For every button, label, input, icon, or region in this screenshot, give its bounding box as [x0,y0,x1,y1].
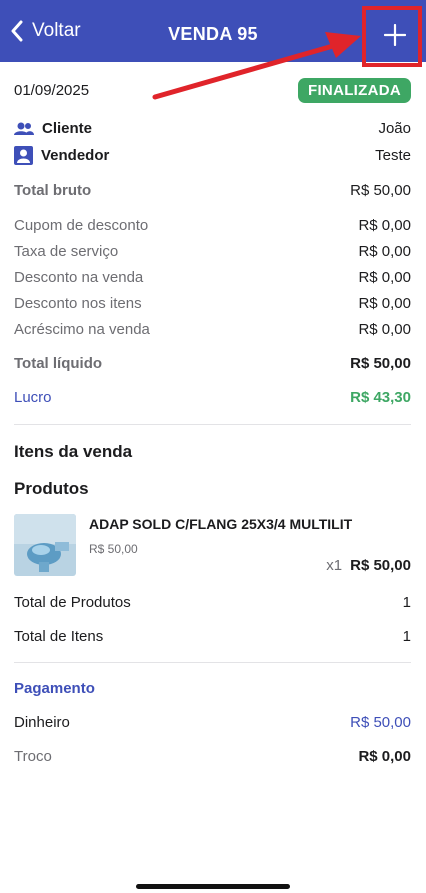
total-items-row: Total de Itens 1 [14,628,411,645]
service-fee-row: Taxa de serviço R$ 0,00 [14,243,411,260]
change-row: Troco R$ 0,00 [14,748,411,765]
sale-date: 01/09/2025 [14,82,90,99]
highlight-box [362,6,422,67]
net-total-row: Total líquido R$ 50,00 [14,355,411,372]
line-value: R$ 0,00 [358,217,411,234]
users-icon [14,122,34,135]
product-qty-total: x1 R$ 50,00 [326,557,411,574]
divider [14,424,411,425]
seller-label: Vendedor [41,147,110,164]
items-section-title: Itens da venda [14,442,133,461]
payment-method-row: Dinheiro R$ 50,00 [14,714,411,731]
product-thumbnail[interactable] [14,514,76,576]
product-total: R$ 50,00 [350,557,411,574]
payment-method-label: Dinheiro [14,714,70,731]
payment-header: Pagamento [14,680,411,697]
client-row: Cliente João [14,120,411,137]
gross-label: Total bruto [14,182,92,199]
gross-value: R$ 50,00 [350,182,411,199]
total-products-row: Total de Produtos 1 [14,594,411,611]
payment-method-value: R$ 50,00 [350,714,411,731]
status-badge: FINALIZADA [298,78,411,103]
gross-total-row: Total bruto R$ 50,00 [14,182,411,199]
total-items-label: Total de Itens [14,628,104,645]
total-products-label: Total de Produtos [14,594,131,611]
client-label: Cliente [42,120,93,137]
total-products-value: 1 [402,594,411,611]
divider [14,662,411,663]
line-value: R$ 0,00 [358,321,411,338]
surcharge-row: Acréscimo na venda R$ 0,00 [14,321,411,338]
product-name[interactable]: ADAP SOLD C/FLANG 25X3/4 MULTILIT [89,516,352,532]
change-value: R$ 0,00 [358,748,411,765]
chevron-left-icon [11,20,23,42]
date-status-row: 01/09/2025 FINALIZADA [14,78,411,103]
line-label: Desconto nos itens [14,295,142,312]
profit-value: R$ 43,30 [350,389,411,406]
client-value: João [378,120,411,137]
total-items-value: 1 [402,628,411,645]
back-button[interactable]: Voltar [10,20,81,42]
products-title: Produtos [14,479,89,498]
payment-title: Pagamento [14,680,95,697]
sale-discount-row: Desconto na venda R$ 0,00 [14,269,411,286]
items-discount-row: Desconto nos itens R$ 0,00 [14,295,411,312]
product-unit-price: R$ 50,00 [89,542,138,556]
seller-value: Teste [375,147,411,164]
seller-row: Vendedor Teste [14,146,411,165]
line-label: Taxa de serviço [14,243,119,260]
net-label: Total líquido [14,355,103,372]
user-badge-icon [14,146,33,165]
line-value: R$ 0,00 [358,243,411,260]
line-value: R$ 0,00 [358,295,411,312]
line-label: Acréscimo na venda [14,321,150,338]
change-label: Troco [14,748,52,765]
home-indicator[interactable] [136,884,290,889]
net-value: R$ 50,00 [350,355,411,372]
profit-row: Lucro R$ 43,30 [14,389,411,406]
line-label: Cupom de desconto [14,217,149,234]
line-label: Desconto na venda [14,269,144,286]
page-title: VENDA 95 [168,24,258,44]
coupon-row: Cupom de desconto R$ 0,00 [14,217,411,234]
line-value: R$ 0,00 [358,269,411,286]
product-qty: x1 [326,557,343,574]
profit-label: Lucro [14,389,52,406]
back-label: Voltar [32,20,81,41]
